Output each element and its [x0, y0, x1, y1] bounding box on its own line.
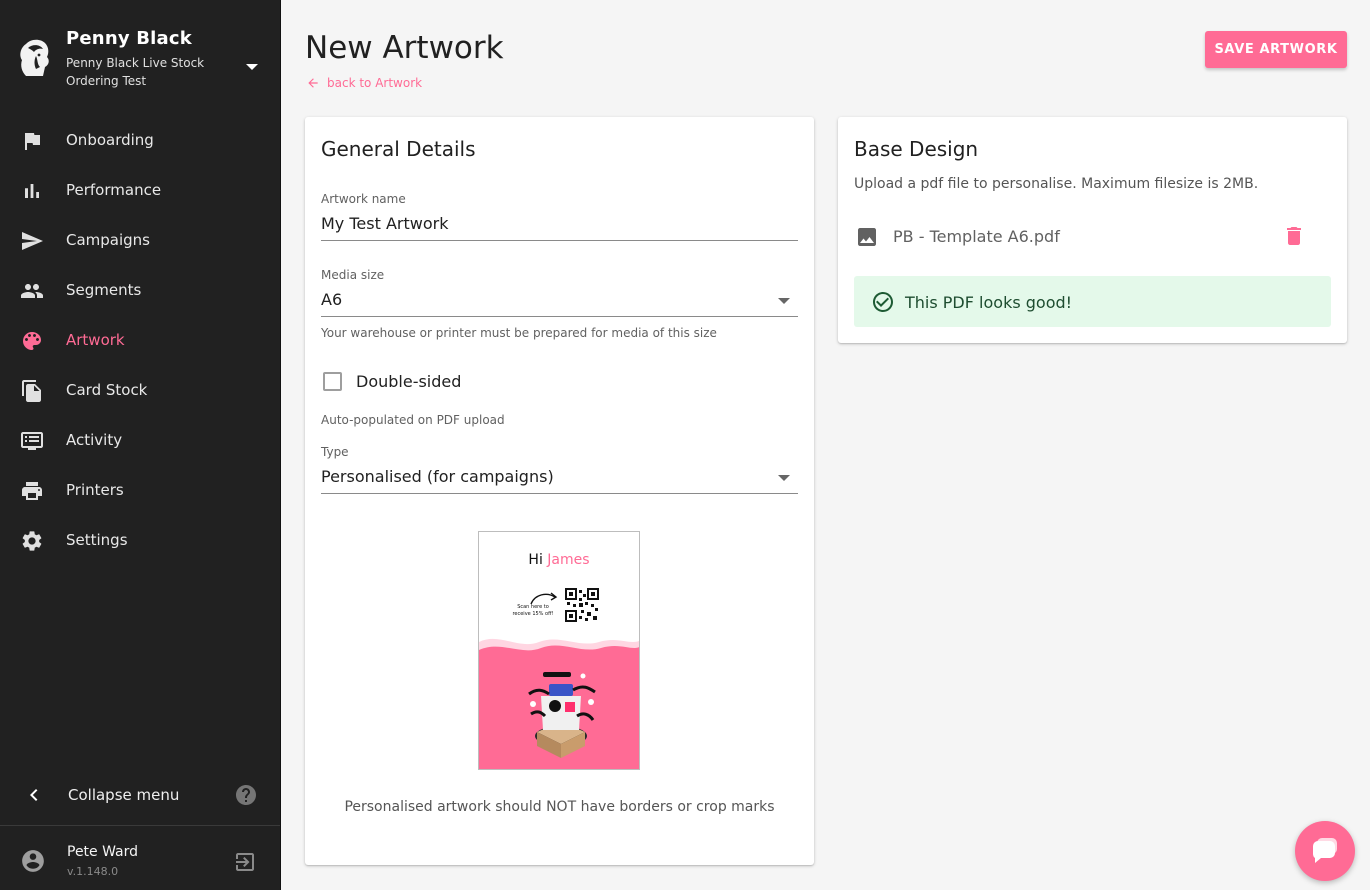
sidebar-item-settings[interactable]: Settings — [0, 516, 280, 566]
chat-widget-button[interactable] — [1295, 821, 1355, 881]
user-name: Pete Ward — [67, 844, 139, 860]
sidebar-item-label: Printers — [66, 481, 124, 499]
feed-icon — [20, 429, 44, 453]
sidebar-item-label: Settings — [66, 531, 128, 549]
brand-switcher[interactable]: Penny Black Penny Black Live Stock Order… — [16, 28, 266, 98]
artwork-name-label: Artwork name — [321, 192, 406, 206]
chevron-left-icon — [22, 783, 46, 807]
sidebar: Penny Black Penny Black Live Stock Order… — [0, 0, 281, 890]
sidebar-item-artwork[interactable]: Artwork — [0, 316, 280, 366]
sidebar-item-label: Activity — [66, 431, 123, 449]
save-artwork-button[interactable]: SAVE ARTWORK — [1205, 31, 1347, 68]
preview-scan-text: Scan here to receive 15% off! — [512, 604, 554, 617]
back-link-label: back to Artwork — [327, 76, 423, 90]
app-version: v.1.148.0 — [67, 865, 119, 878]
sidebar-item-performance[interactable]: Performance — [0, 166, 280, 216]
sidebar-item-activity[interactable]: Activity — [0, 416, 280, 466]
people-icon — [20, 279, 44, 303]
caret-down-icon[interactable] — [246, 64, 258, 70]
general-details-title: General Details — [321, 137, 476, 161]
double-sided-label[interactable]: Double-sided — [356, 372, 461, 391]
collapse-menu-button[interactable]: Collapse menu — [0, 770, 280, 820]
back-to-artwork-link[interactable]: back to Artwork — [306, 76, 422, 90]
collapse-menu-label: Collapse menu — [68, 786, 180, 804]
palette-icon — [20, 329, 44, 353]
double-sided-checkbox[interactable] — [323, 372, 342, 391]
preview-greeting: Hi James — [479, 552, 639, 568]
preview-illustration — [479, 638, 639, 769]
media-size-underline — [321, 316, 798, 317]
send-icon — [20, 229, 44, 253]
base-design-title: Base Design — [854, 137, 979, 161]
pdf-status-alert: This PDF looks good! — [854, 276, 1331, 327]
chat-icon — [1313, 838, 1337, 863]
sidebar-item-label: Campaigns — [66, 231, 151, 249]
artwork-preview: Hi James Scan here to receive 15% off! — [478, 531, 640, 770]
qr-code-icon — [565, 588, 599, 622]
image-icon — [855, 225, 879, 249]
type-underline — [321, 493, 798, 494]
logout-icon[interactable] — [233, 850, 257, 874]
check-circle-icon — [871, 290, 895, 314]
sidebar-item-label: Segments — [66, 281, 142, 299]
pdf-status-text: This PDF looks good! — [905, 293, 1073, 312]
sidebar-item-label: Onboarding — [66, 131, 154, 149]
flag-icon — [20, 129, 44, 153]
auto-populated-note: Auto-populated on PDF upload — [321, 413, 505, 427]
page-title: New Artwork — [305, 30, 504, 66]
uploaded-file-name: PB - Template A6.pdf — [893, 227, 1060, 246]
printer-icon — [20, 479, 44, 503]
base-design-description: Upload a pdf file to personalise. Maximu… — [854, 176, 1259, 192]
sidebar-item-label: Artwork — [66, 331, 125, 349]
sidebar-item-printers[interactable]: Printers — [0, 466, 280, 516]
sidebar-item-card-stock[interactable]: Card Stock — [0, 366, 280, 416]
avatar-icon — [20, 848, 46, 874]
artwork-name-underline — [321, 240, 798, 241]
type-select[interactable]: Personalised (for campaigns) — [321, 467, 554, 486]
preview-caption: Personalised artwork should NOT have bor… — [344, 799, 775, 815]
trash-icon[interactable] — [1282, 224, 1306, 248]
artwork-name-input[interactable]: My Test Artwork — [321, 214, 448, 233]
sidebar-nav: Onboarding Performance Campaigns Segment… — [0, 116, 280, 566]
media-size-label: Media size — [321, 268, 385, 282]
sidebar-item-onboarding[interactable]: Onboarding — [0, 116, 280, 166]
help-icon[interactable] — [234, 783, 258, 807]
preview-greeting-word: Hi — [528, 552, 543, 568]
preview-greeting-name: James — [547, 552, 590, 568]
sidebar-item-label: Card Stock — [66, 381, 148, 399]
bar-chart-icon — [20, 179, 44, 203]
media-size-select[interactable]: A6 — [321, 290, 342, 309]
general-details-card: General Details Artwork name My Test Art… — [305, 117, 814, 865]
user-panel: Pete Ward v.1.148.0 — [0, 826, 280, 890]
base-design-card: Base Design Upload a pdf file to persona… — [838, 117, 1347, 343]
brand-title: Penny Black — [66, 28, 192, 49]
brand-subtitle: Penny Black Live Stock Ordering Test — [66, 56, 205, 88]
type-label: Type — [321, 445, 349, 459]
sidebar-item-campaigns[interactable]: Campaigns — [0, 216, 280, 266]
sidebar-item-segments[interactable]: Segments — [0, 266, 280, 316]
penny-black-logo-icon — [16, 36, 52, 80]
caret-down-icon[interactable] — [778, 475, 790, 481]
caret-down-icon[interactable] — [778, 298, 790, 304]
media-size-helper: Your warehouse or printer must be prepar… — [321, 326, 717, 340]
file-copy-icon — [20, 379, 44, 403]
sidebar-item-label: Performance — [66, 181, 162, 199]
gear-icon — [20, 529, 44, 553]
arrow-left-icon — [308, 78, 318, 88]
